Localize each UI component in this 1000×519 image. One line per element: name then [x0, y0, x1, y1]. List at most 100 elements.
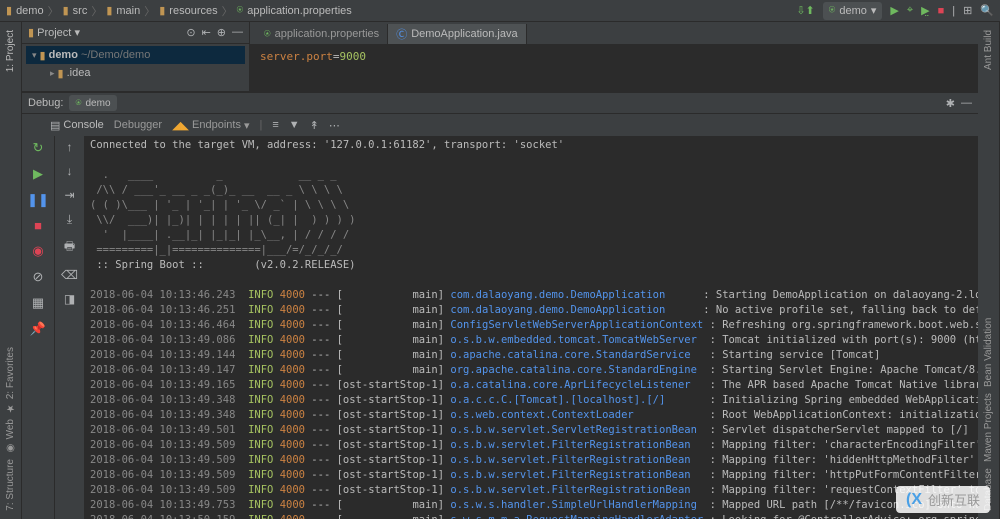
folder-icon: ▮	[58, 67, 64, 80]
resume-icon[interactable]: ▶	[33, 166, 43, 182]
debug-icon[interactable]: ⌖	[907, 4, 913, 17]
toolbar-actions: ⇩⬆ ⍟ demo ▾ ▶ ⌖ ▶̤ ■ | ⊞ 🔍	[796, 2, 994, 20]
up-icon[interactable]: ↑	[67, 140, 73, 154]
tool-project[interactable]: 1: Project	[5, 30, 16, 72]
scroll-icon[interactable]: ⤓	[67, 212, 72, 227]
tree-node-module[interactable]: ▾ ▮ demo ~/Demo/demo	[26, 46, 245, 64]
collapse-icon[interactable]: ⇤	[202, 26, 211, 39]
tab-label: Debugger	[114, 119, 162, 131]
debug-tabs: ▤ Console Debugger ◢◣ Endpoints ▾ | ≡ ▼ …	[22, 114, 978, 136]
coverage-icon[interactable]: ▶̤	[921, 4, 929, 17]
structure-icon[interactable]: ⊞	[963, 4, 972, 17]
more2-icon[interactable]: ⋯	[329, 119, 340, 132]
property-key: server.port	[260, 50, 333, 63]
clear-icon[interactable]: ⌫	[61, 268, 78, 282]
breadcrumb-item[interactable]: application.properties	[247, 5, 352, 17]
watermark-text: 创新互联	[928, 490, 980, 509]
play-icon[interactable]: ▶	[890, 4, 898, 17]
debug-header: Debug: ⍟ demo ✱ —	[22, 92, 978, 114]
caret-collapsed-icon[interactable]: ▸	[50, 68, 55, 79]
more-icon[interactable]: ≡	[272, 119, 278, 131]
tab-console[interactable]: ▤ Console	[50, 119, 104, 132]
tool-maven[interactable]: Maven Projects	[983, 393, 994, 462]
tree-node-folder[interactable]: ▸ ▮ .idea	[26, 64, 245, 82]
mute-icon[interactable]: ⊘	[33, 269, 44, 285]
tab-endpoints[interactable]: ◢◣ Endpoints ▾	[172, 119, 249, 132]
editor-content[interactable]: server.port=9000	[250, 44, 978, 91]
tab-demo-application[interactable]: Ⓒ DemoApplication.java	[388, 24, 526, 44]
tool-favorites[interactable]: ★ 2: Favorites	[5, 347, 16, 413]
caret-expanded-icon[interactable]: ▾	[32, 50, 37, 61]
breadcrumb-item[interactable]: main	[116, 5, 140, 17]
tool-structure[interactable]: 7: Structure	[5, 459, 16, 511]
folder-icon: ▮	[106, 4, 112, 17]
folder-icon: ▮	[28, 27, 34, 39]
print-icon[interactable]: 🖶	[64, 237, 75, 258]
tab-application-properties[interactable]: ⍟ application.properties	[256, 24, 388, 44]
build-icon[interactable]: ⇩⬆	[796, 4, 814, 17]
hide-icon[interactable]: —	[232, 26, 243, 39]
hide-icon[interactable]: —	[961, 97, 972, 109]
tool-bean-validation[interactable]: Bean Validation	[983, 318, 994, 387]
rerun-icon[interactable]: ↻	[33, 140, 44, 156]
wrap-icon[interactable]: ⇥	[64, 188, 74, 202]
console-output[interactable]: Connected to the target VM, address: '12…	[84, 136, 978, 519]
pin-icon[interactable]: 📌	[30, 321, 46, 337]
tool-ant-build[interactable]: Ant Build	[983, 30, 994, 70]
right-tool-gutter: Database Maven Projects Bean Validation …	[978, 22, 1000, 519]
project-tree[interactable]: ▾ ▮ demo ~/Demo/demo ▸ ▮ .idea	[22, 44, 249, 84]
editor: ⍟ application.properties Ⓒ DemoApplicati…	[250, 22, 978, 91]
leaf-icon: ⍟	[237, 4, 244, 17]
chevron-down-icon[interactable]: ▾	[74, 27, 80, 39]
terminal-icon: ▤	[50, 119, 60, 132]
debug-session-toolbar: ↻ ▶ ❚❚ ■ ◉ ⊘ ▦ 📌	[22, 136, 54, 519]
tool-web[interactable]: ◉ Web	[5, 419, 16, 453]
spring-icon: ⍟	[829, 4, 836, 17]
top-toolbar: ▮ demo 〉 ▮ src 〉 ▮ main 〉 ▮ resources 〉 …	[0, 0, 1000, 22]
top-icon[interactable]: ↟	[310, 119, 319, 132]
debug-config-label: demo	[85, 98, 110, 109]
tab-label: DemoApplication.java	[411, 28, 517, 40]
filter-icon[interactable]: ▼	[289, 119, 300, 131]
search-icon[interactable]: 🔍	[980, 4, 994, 17]
debug-config-chip[interactable]: ⍟ demo	[69, 95, 116, 111]
java-class-icon: Ⓒ	[396, 26, 407, 42]
folder-icon: ▮	[159, 4, 165, 17]
gear-icon[interactable]: ⊙	[186, 26, 195, 39]
property-value: 9000	[339, 50, 366, 63]
pause-icon[interactable]: ❚❚	[27, 192, 49, 208]
folder-icon: ▮	[63, 4, 69, 17]
autoscroll-icon[interactable]: ⊕	[217, 26, 226, 39]
tab-label: Console	[63, 119, 103, 131]
tab-label: application.properties	[275, 28, 380, 40]
spring-icon: ⍟	[75, 98, 81, 109]
leaf-icon: ⍟	[264, 28, 271, 41]
divider: |	[952, 5, 955, 17]
flame-icon: ◢◣	[172, 119, 189, 132]
project-panel-header: ▮ Project ▾ ⊙ ⇤ ⊕ —	[22, 22, 249, 44]
tree-label: demo	[49, 49, 78, 61]
breadcrumb: ▮ demo 〉 ▮ src 〉 ▮ main 〉 ▮ resources 〉 …	[6, 3, 352, 19]
diff-icon[interactable]: ◨	[64, 292, 75, 306]
folder-icon: ▮	[6, 4, 12, 17]
stop-icon[interactable]: ■	[938, 5, 945, 17]
tree-label: .idea	[67, 67, 91, 79]
run-config-label: demo	[839, 5, 867, 17]
debug-label: Debug:	[28, 97, 63, 109]
breadcrumb-item[interactable]: demo	[16, 5, 44, 17]
watermark: (X 创新互联	[896, 486, 990, 513]
tab-debugger[interactable]: Debugger	[114, 119, 162, 131]
down-icon[interactable]: ↓	[67, 164, 73, 178]
project-panel: ▮ Project ▾ ⊙ ⇤ ⊕ — ▾ ▮ demo ~/Demo/demo	[22, 22, 250, 91]
module-icon: ▮	[40, 49, 46, 62]
breakpoints-icon[interactable]: ◉	[32, 243, 43, 259]
console-toolbar: ↑ ↓ ⇥ ⤓ 🖶 ⌫ ◨	[54, 136, 84, 519]
stop-icon[interactable]: ■	[34, 218, 42, 233]
panel-title: Project	[37, 27, 71, 39]
breadcrumb-item[interactable]: resources	[169, 5, 217, 17]
layout-icon[interactable]: ▦	[32, 295, 44, 311]
tab-label: Endpoints	[192, 119, 241, 131]
gear-icon[interactable]: ✱	[946, 97, 955, 110]
run-config-selector[interactable]: ⍟ demo ▾	[823, 2, 883, 20]
breadcrumb-item[interactable]: src	[73, 5, 88, 17]
